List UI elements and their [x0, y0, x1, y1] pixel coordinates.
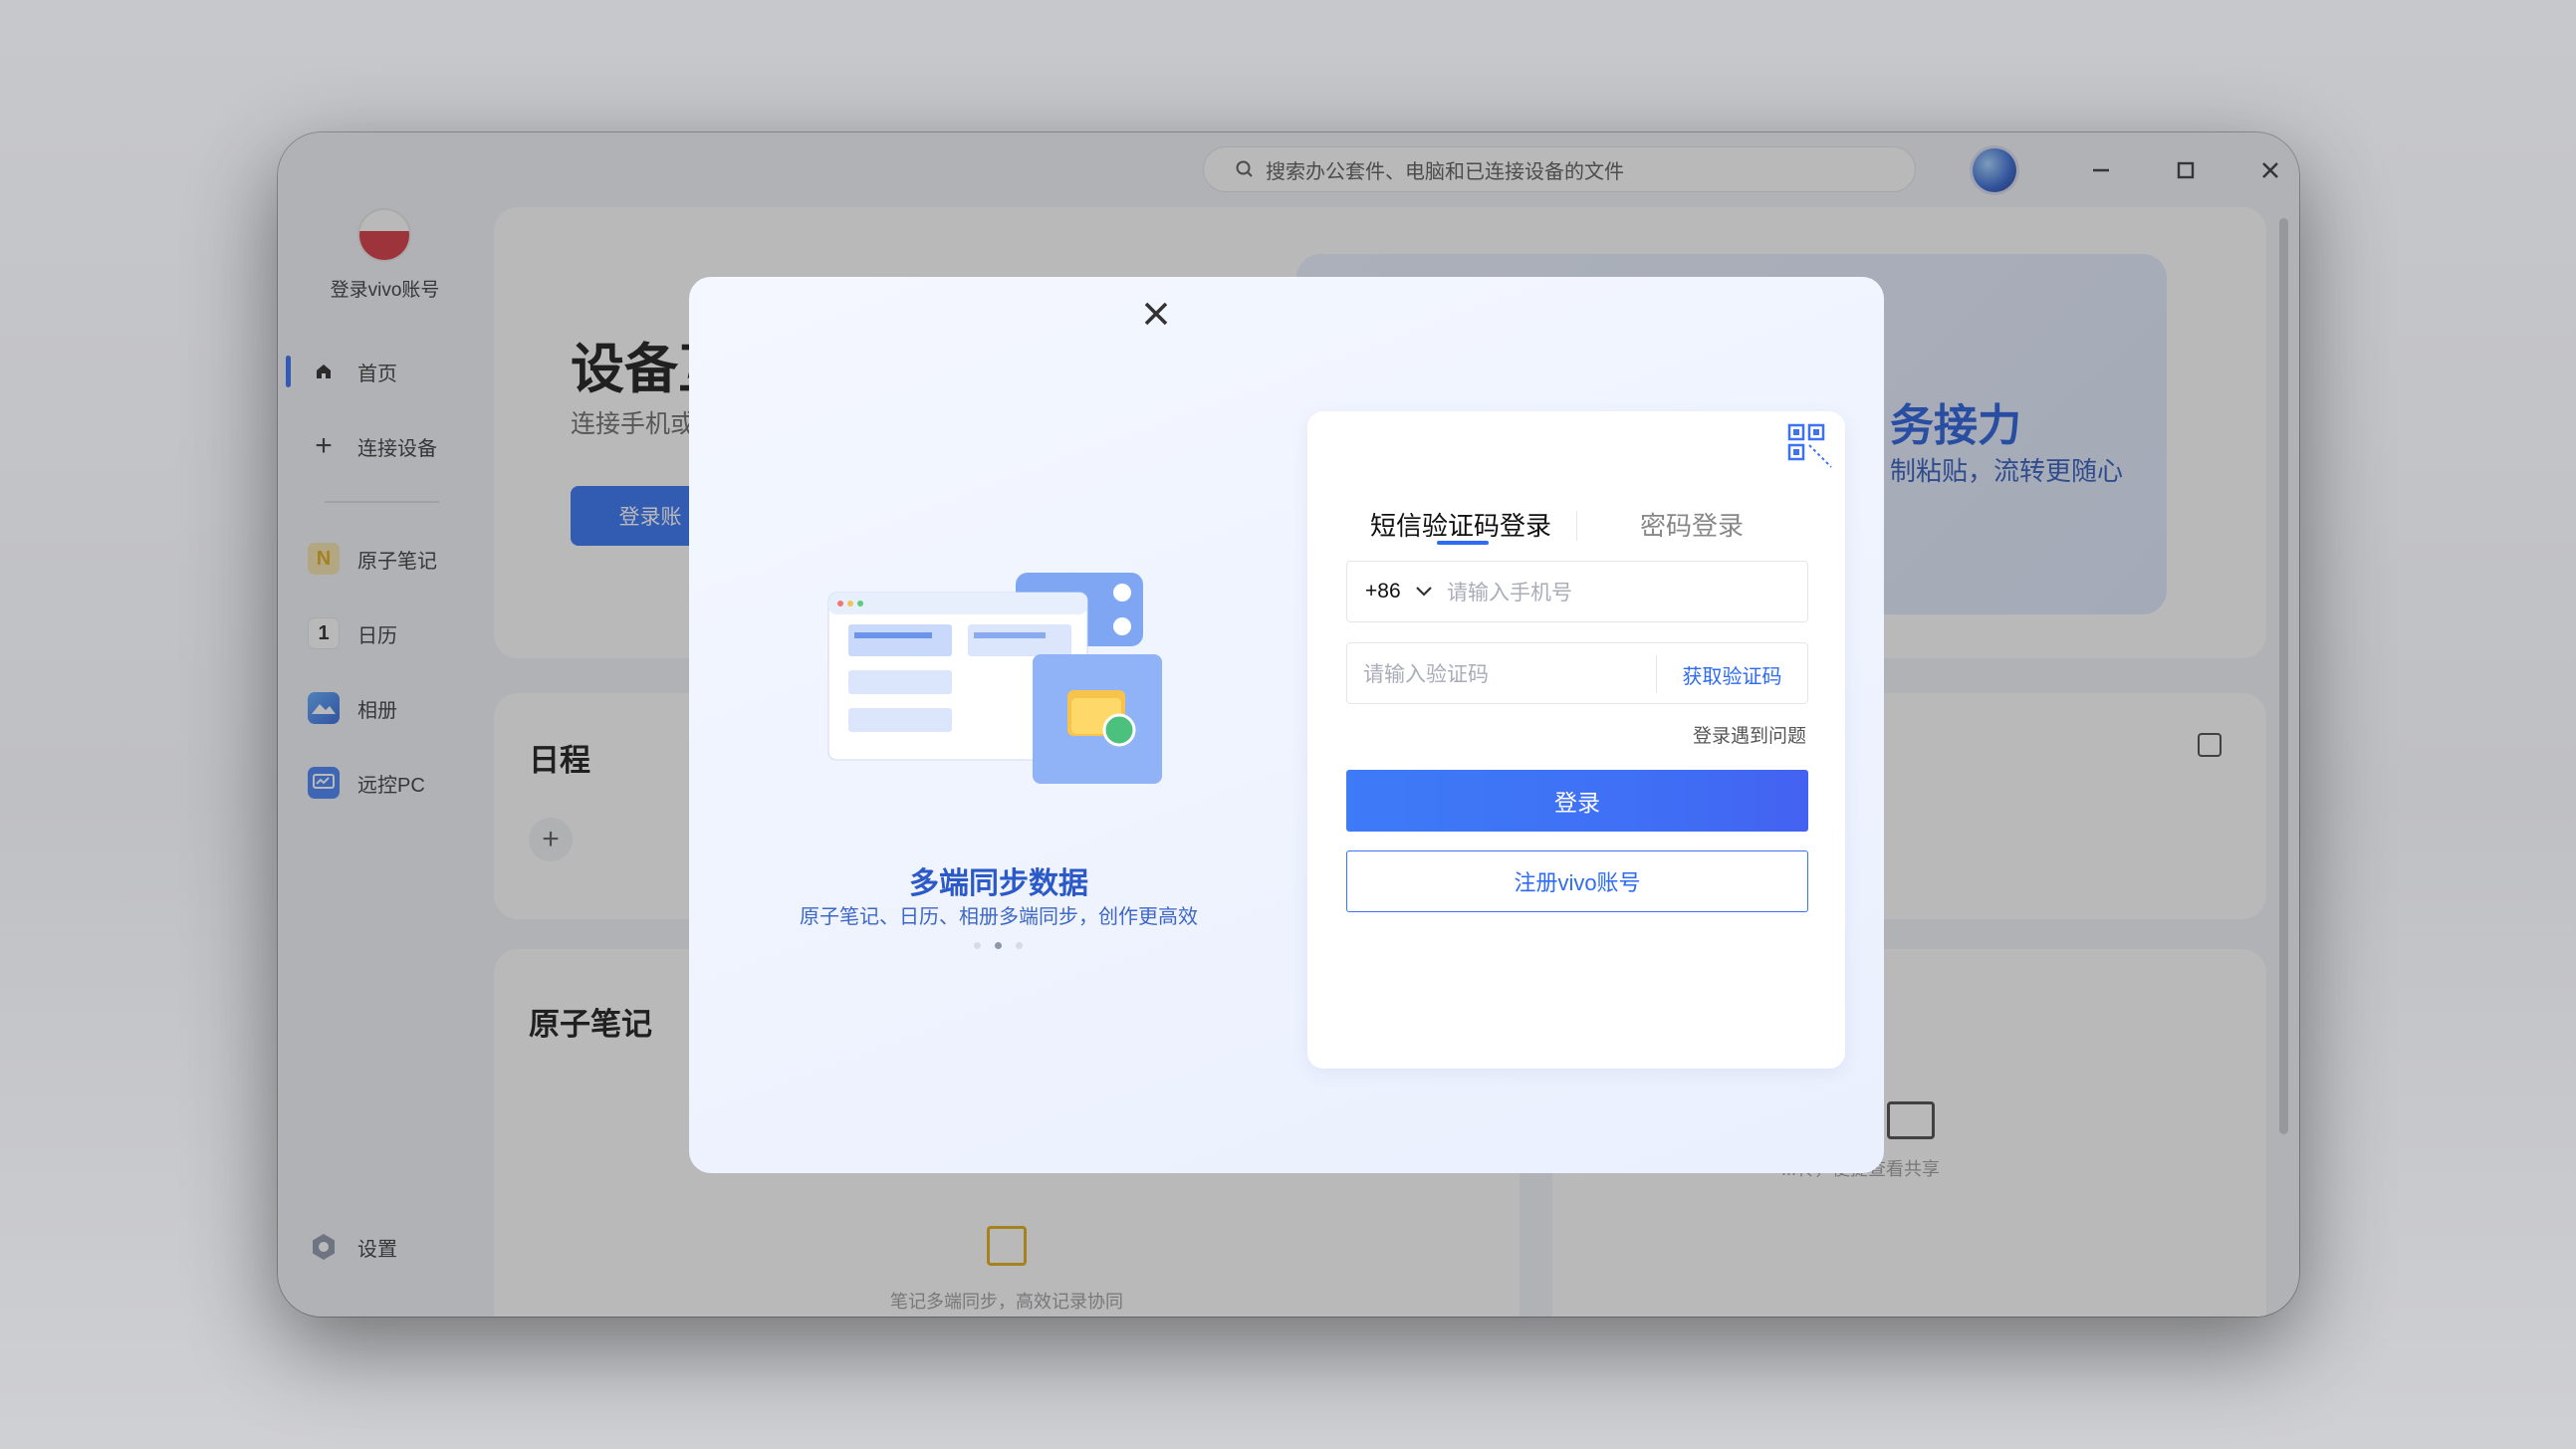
- chevron-down-icon: [1415, 587, 1432, 597]
- close-icon: [1144, 302, 1168, 326]
- tab-sms-login[interactable]: 短信验证码登录: [1370, 506, 1551, 543]
- qr-code-icon[interactable]: [1787, 423, 1833, 469]
- tab-password-login[interactable]: 密码登录: [1640, 506, 1744, 543]
- code-field[interactable]: 请输入验证码 获取验证码: [1346, 642, 1808, 704]
- phone-field[interactable]: +86 请输入手机号: [1346, 561, 1808, 622]
- code-input[interactable]: 请输入验证码: [1363, 658, 1489, 688]
- carousel-dot[interactable]: [974, 941, 981, 949]
- register-button[interactable]: 注册vivo账号: [1346, 850, 1808, 912]
- login-trouble-link[interactable]: 登录遇到问题: [1693, 721, 1806, 748]
- login-panel: 短信验证码登录 密码登录 +86 请输入手机号 请输入验证码 获取验证码 登录遇…: [1307, 411, 1845, 1069]
- close-modal-button[interactable]: [1141, 299, 1171, 329]
- country-code: +86: [1365, 580, 1401, 603]
- carousel-dot[interactable]: [995, 941, 1002, 949]
- country-code-select[interactable]: +86: [1347, 562, 1447, 621]
- modal-slogan-subtitle: 原子笔记、日历、相册多端同步，创作更高效: [800, 906, 1198, 928]
- get-code-button[interactable]: 获取验证码: [1656, 655, 1807, 693]
- modal-slogan: 多端同步数据: [909, 867, 1088, 900]
- login-button[interactable]: 登录: [1346, 770, 1808, 832]
- phone-input[interactable]: 请输入手机号: [1447, 577, 1572, 606]
- tab-divider: [1576, 511, 1577, 541]
- carousel-dot[interactable]: [1016, 941, 1023, 949]
- carousel-dots[interactable]: [974, 940, 1024, 950]
- sync-illustration: [827, 573, 1162, 784]
- active-tab-indicator: [1437, 541, 1489, 545]
